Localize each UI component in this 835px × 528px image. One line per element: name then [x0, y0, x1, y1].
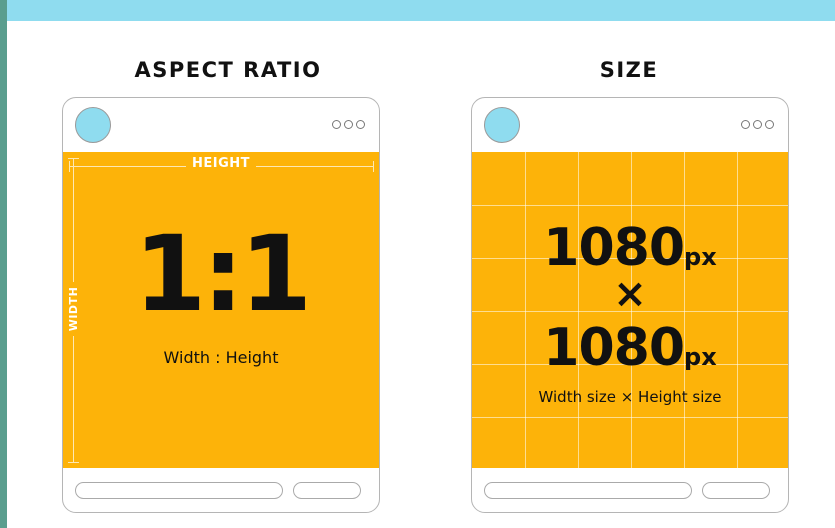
more-dots-icon [741, 120, 774, 129]
top-accent-bar [7, 0, 835, 21]
aspect-ratio-value: 1:1 [133, 213, 312, 335]
placeholder-bar-short [702, 482, 770, 499]
aspect-ratio-caption: Width : Height [163, 348, 279, 367]
height-label: HEIGHT [185, 156, 256, 171]
placeholder-bar-long [484, 482, 692, 499]
size-caption: Width size × Height size [538, 388, 722, 406]
size-title: SIZE [599, 58, 659, 82]
avatar [75, 107, 111, 143]
size-mockup: 1080px × 1080px Width size × Height size [471, 97, 789, 513]
aspect-canvas: HEIGHT WIDTH 1:1 Width : Height [63, 152, 379, 468]
size-canvas: 1080px × 1080px Width size × Height size [472, 152, 788, 468]
more-dots-icon [332, 120, 365, 129]
aspect-ratio-mockup: HEIGHT WIDTH 1:1 Width : Height [62, 97, 380, 513]
placeholder-bar-long [75, 482, 283, 499]
placeholder-bar-short [293, 482, 361, 499]
height-size-value: 1080px [543, 318, 717, 378]
avatar [484, 107, 520, 143]
aspect-ratio-title: ASPECT RATIO [134, 58, 322, 82]
times-symbol: × [613, 271, 647, 317]
